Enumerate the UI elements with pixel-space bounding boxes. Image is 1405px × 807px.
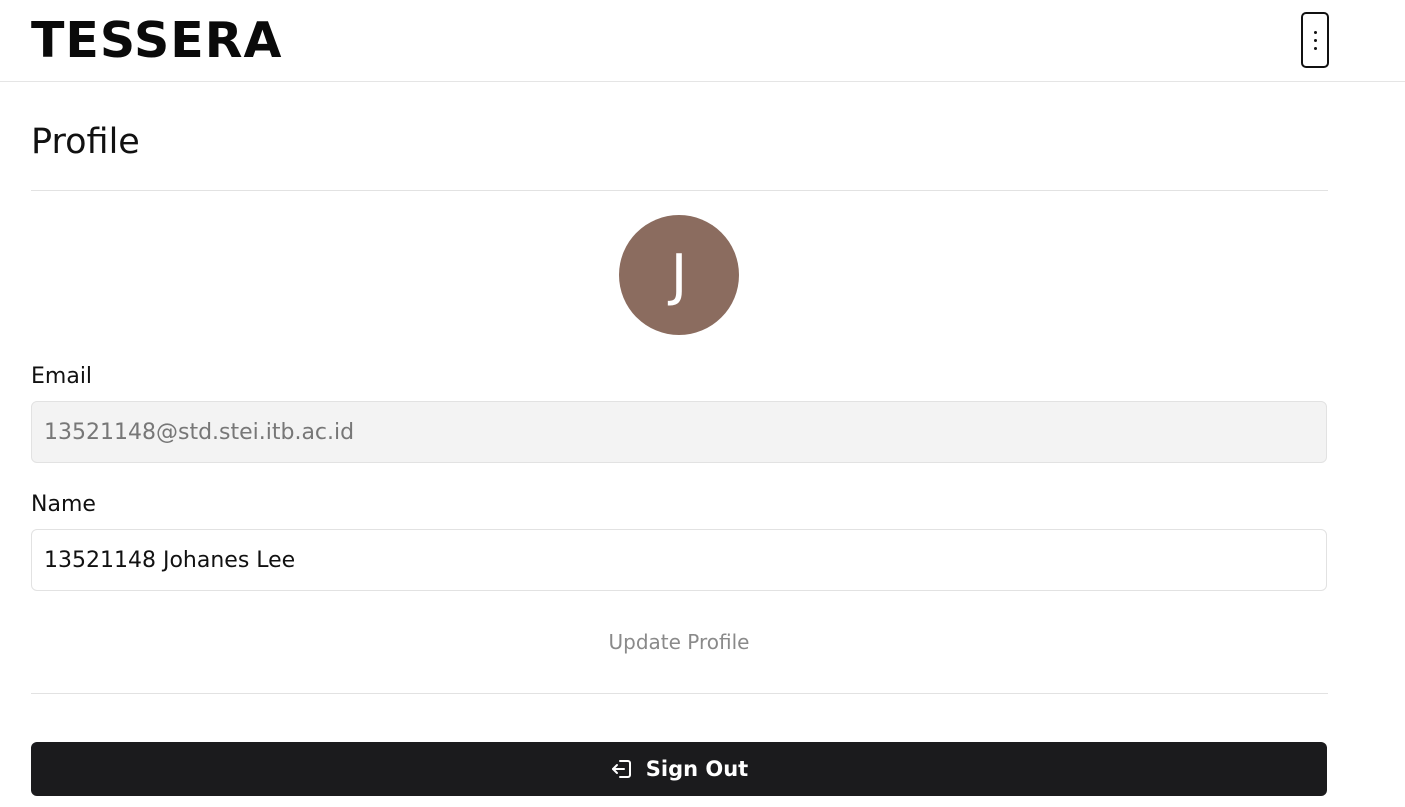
sign-out-label: Sign Out [645,757,749,781]
avatar: J [619,215,739,335]
sign-out-button[interactable]: Sign Out [31,742,1327,796]
menu-dot [1313,30,1317,34]
email-label: Email [31,364,93,389]
email-field [31,401,1327,463]
title-divider [31,190,1328,191]
top-bar: TESSERA [0,0,1405,82]
menu-dot [1313,46,1317,50]
avatar-initial: J [670,242,688,308]
form-divider [31,693,1328,694]
update-profile-button[interactable]: Update Profile [31,620,1327,664]
menu-dot [1313,38,1317,42]
page-title: Profile [31,122,140,162]
name-field[interactable] [31,529,1327,591]
app-logo[interactable]: TESSERA [31,10,282,72]
name-label: Name [31,492,96,517]
sign-out-icon [611,760,631,778]
more-vertical-icon[interactable] [1301,12,1329,68]
